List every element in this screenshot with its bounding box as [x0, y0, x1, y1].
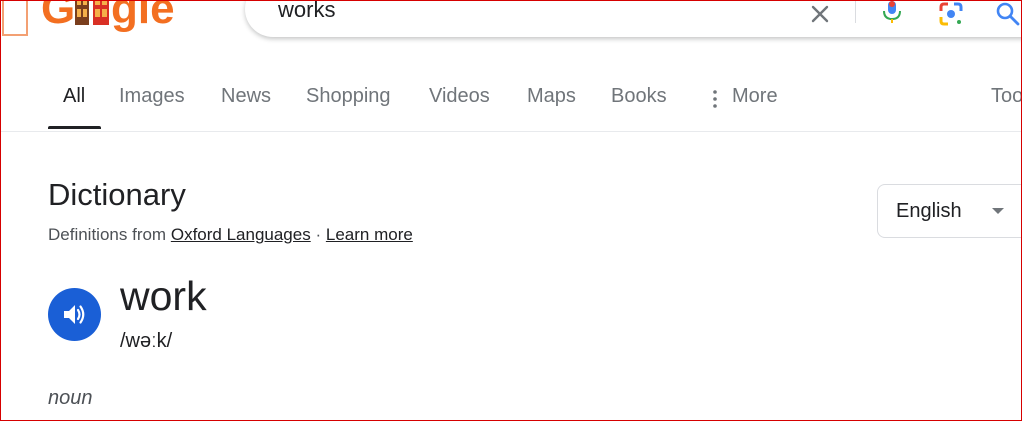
tab-images[interactable]: Images [119, 85, 185, 108]
tab-shopping[interactable]: Shopping [306, 85, 391, 108]
tab-all[interactable]: All [63, 85, 85, 108]
tab-tools[interactable]: Tools [991, 85, 1021, 108]
dictionary-source: Definitions from Oxford Languages · Lear… [48, 225, 413, 245]
headword: work [120, 273, 207, 319]
google-lens-icon[interactable] [938, 1, 964, 27]
pronunciation-button[interactable] [48, 288, 101, 341]
search-box[interactable]: works [245, 1, 1021, 37]
svg-text:gle: gle [111, 0, 175, 33]
search-icon[interactable] [995, 1, 1021, 27]
learn-more-link[interactable]: Learn more [326, 225, 413, 244]
caret-down-icon [992, 208, 1004, 214]
more-vert-icon[interactable] [709, 89, 721, 109]
tab-videos[interactable]: Videos [429, 85, 490, 108]
dictionary-heading: Dictionary [48, 177, 186, 212]
source-separator: · [315, 225, 322, 244]
search-divider [855, 1, 856, 23]
close-icon[interactable] [808, 2, 832, 26]
tab-more[interactable]: More [732, 85, 778, 108]
language-select-value: English [896, 200, 962, 222]
mic-icon[interactable] [881, 1, 903, 23]
google-logo[interactable]: G gle [1, 0, 211, 39]
source-prefix: Definitions from [48, 225, 167, 244]
speaker-icon [64, 305, 85, 324]
browser-viewport: G gle works All Images News Shopping Vid… [0, 0, 1022, 421]
phonetic-spelling: /wəːk/ [120, 330, 173, 352]
active-tab-indicator [48, 126, 101, 129]
google-doodle-logo-graphic: G gle [2, 0, 175, 36]
language-select[interactable]: English [877, 184, 1021, 238]
search-tabs: All Images News Shopping Videos Maps Boo… [1, 73, 1021, 132]
tab-maps[interactable]: Maps [527, 85, 576, 108]
tab-books[interactable]: Books [611, 85, 667, 108]
oxford-languages-link[interactable]: Oxford Languages [171, 225, 311, 244]
part-of-speech: noun [48, 387, 93, 409]
tab-news[interactable]: News [221, 85, 271, 108]
svg-text:G: G [41, 0, 75, 33]
search-input[interactable]: works [278, 1, 335, 23]
